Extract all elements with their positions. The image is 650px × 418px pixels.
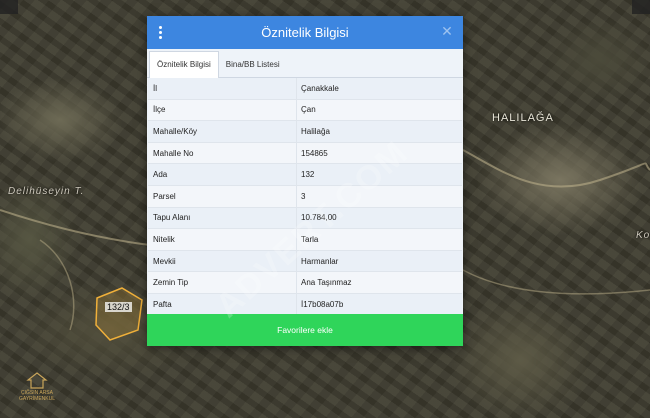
row-key: Zemin Tip	[153, 278, 189, 288]
close-icon[interactable]: ✕	[439, 23, 455, 39]
row-key: Mahalle/Köy	[153, 126, 198, 136]
attribute-table: İl Çanakkale İlçe Çan Mahalle/Köy Halila…	[147, 78, 463, 316]
row-value: 3	[296, 185, 462, 207]
logo-emblem-icon	[26, 372, 48, 389]
row-value: İ17b08a07b	[296, 293, 462, 315]
row-key: Nitelik	[153, 234, 175, 244]
row-value: Çan	[296, 99, 462, 121]
table-row: Tapu Alanı 10.784,00	[148, 207, 462, 230]
row-value: Tarla	[296, 229, 462, 250]
table-row: Mahalle/Köy Halilağa	[148, 121, 462, 143]
row-key: İlçe	[153, 105, 166, 115]
dialog-title: Öznitelik Bilgisi	[261, 25, 349, 40]
table-row: Mevkii Harmanlar	[148, 250, 462, 273]
row-key: Mevkii	[153, 256, 176, 266]
row-value: Halilağa	[296, 121, 462, 142]
parcel-label[interactable]: 132/3	[105, 302, 132, 312]
add-to-favorites-button[interactable]: Favorilere ekle	[147, 314, 463, 346]
table-row: Pafta İ17b08a07b	[148, 293, 462, 316]
row-key: Tapu Alanı	[153, 213, 191, 223]
map-label-delihuseyin: Delihüseyin T.	[8, 186, 85, 197]
row-value: Çanakkale	[296, 78, 462, 99]
parcel-outline	[95, 287, 143, 341]
row-key: İl	[153, 83, 157, 93]
table-row: Zemin Tip Ana Taşınmaz	[148, 272, 462, 294]
table-row: İl Çanakkale	[148, 78, 462, 100]
company-logo: ÇIĞSIN ARSA GAYRİMENKUL	[6, 362, 68, 412]
tab-building-list[interactable]: Bina/BB Listesi	[219, 53, 287, 77]
attribute-info-dialog: Öznitelik Bilgisi ✕ Öznitelik Bilgisi Bi…	[147, 16, 463, 346]
dialog-tabs: Öznitelik Bilgisi Bina/BB Listesi	[147, 49, 463, 78]
tab-attribute-info[interactable]: Öznitelik Bilgisi	[149, 51, 219, 78]
row-value: 10.784,00	[296, 207, 462, 229]
table-row: Parsel 3	[148, 185, 462, 208]
map-control-left[interactable]	[0, 0, 18, 14]
map-label-halilaga: HALILAĞA	[492, 112, 554, 124]
row-value: 154865	[296, 142, 462, 164]
table-row: Nitelik Tarla	[148, 229, 462, 251]
map-label-koc: Koç	[636, 230, 650, 241]
table-row: İlçe Çan	[148, 99, 462, 122]
row-key: Parsel	[153, 191, 176, 201]
row-value: Ana Taşınmaz	[296, 272, 462, 293]
row-value: Harmanlar	[296, 250, 462, 272]
table-row: Ada 132	[148, 164, 462, 186]
row-key: Pafta	[153, 299, 172, 309]
menu-icon[interactable]	[159, 26, 163, 39]
map-control-right[interactable]	[632, 0, 650, 14]
row-key: Mahalle No	[153, 148, 194, 158]
dialog-header: Öznitelik Bilgisi ✕	[147, 16, 463, 49]
table-row: Mahalle No 154865	[148, 142, 462, 165]
logo-text: ÇIĞSIN ARSA GAYRİMENKUL	[18, 390, 56, 402]
row-value: 132	[296, 164, 462, 185]
row-key: Ada	[153, 170, 168, 180]
